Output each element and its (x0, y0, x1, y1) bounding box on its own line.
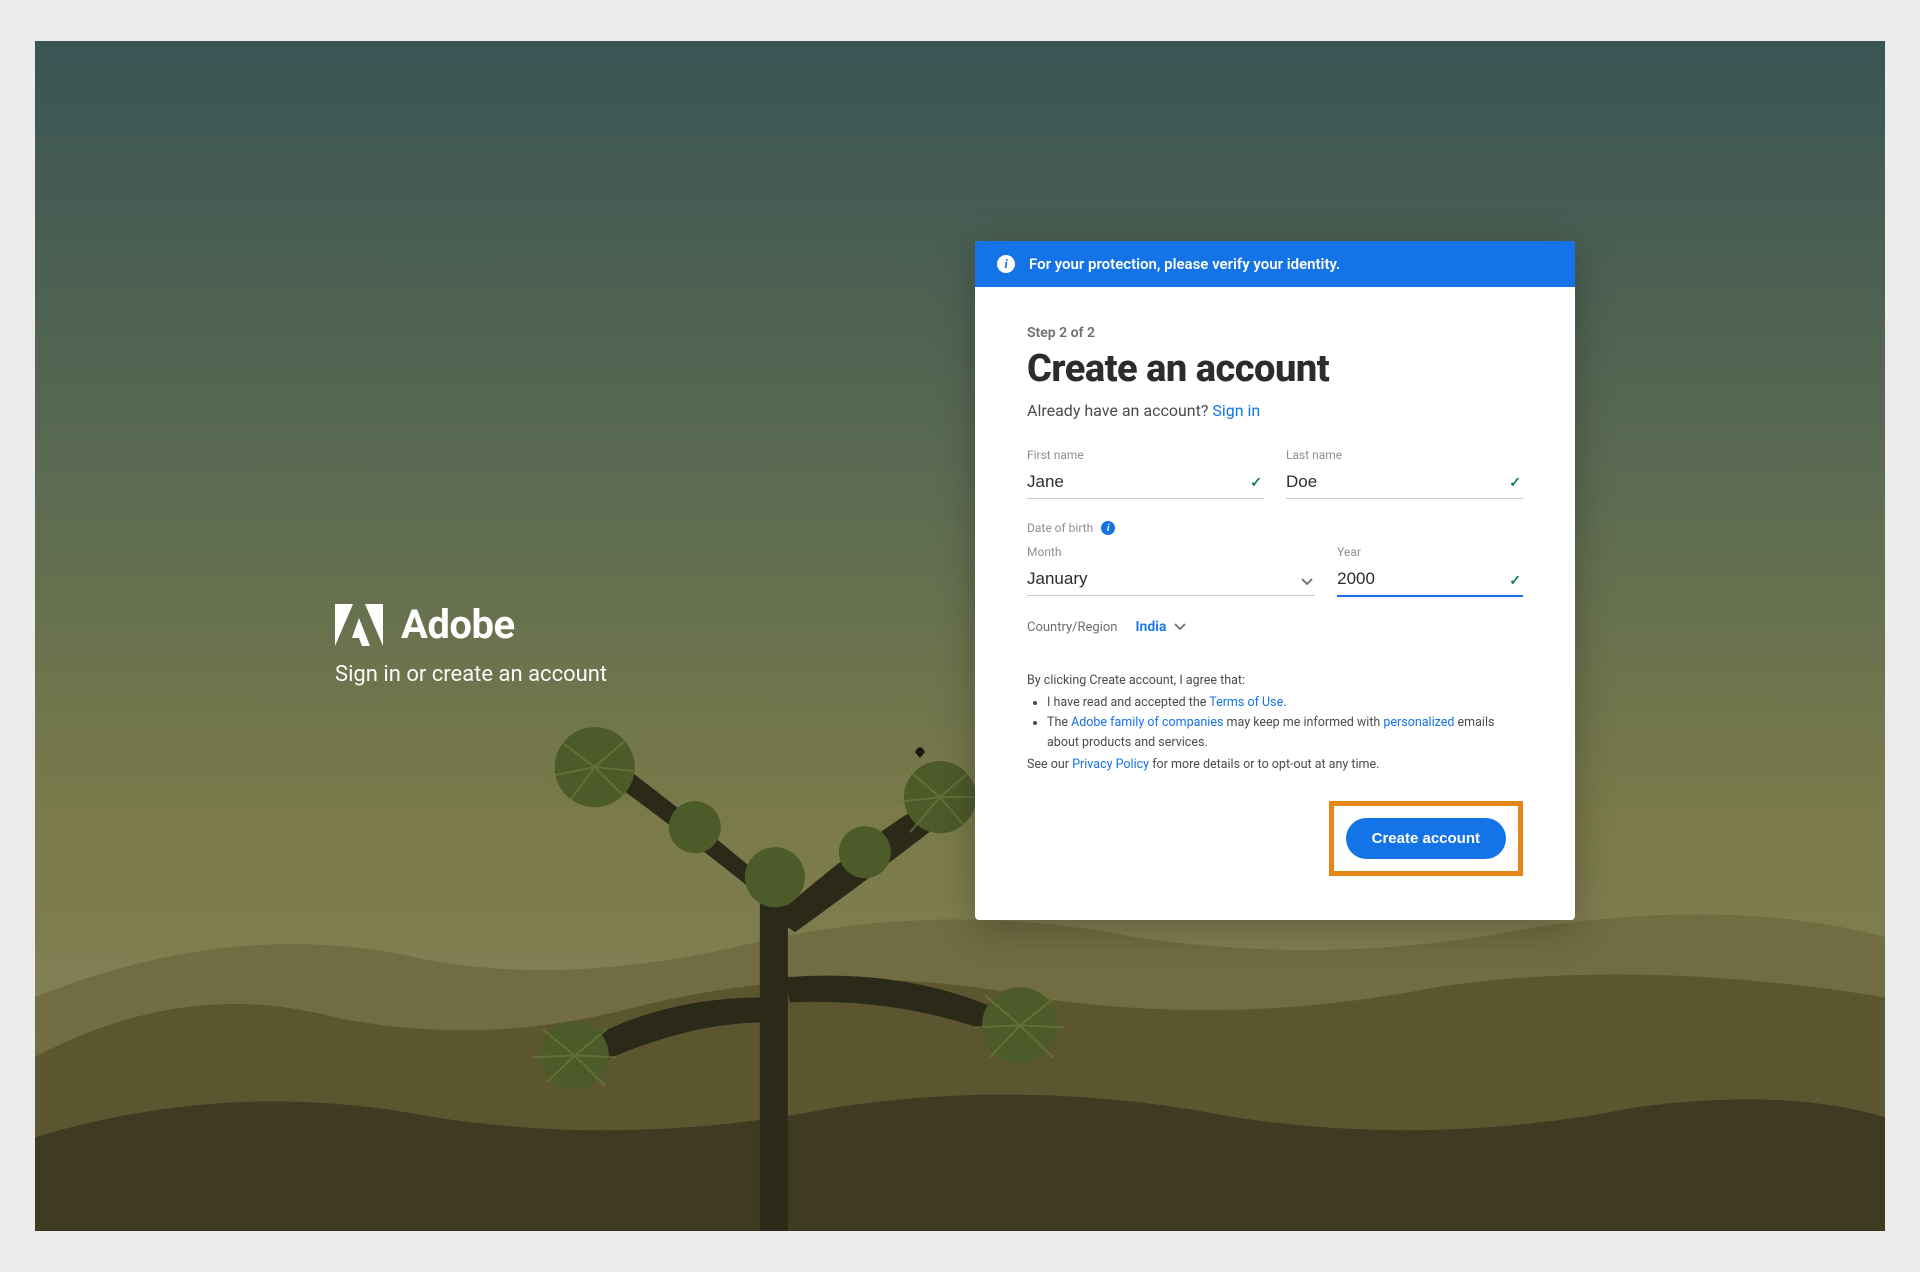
region-label: Country/Region (1027, 620, 1117, 635)
personalized-link[interactable]: personalized (1383, 715, 1454, 730)
first-name-label: First name (1027, 448, 1264, 462)
legal-fragment: may keep me informed with (1223, 715, 1383, 730)
legal-fragment: I have read and accepted the (1047, 695, 1209, 710)
month-field: Month (1027, 545, 1315, 597)
privacy-policy-link[interactable]: Privacy Policy (1072, 757, 1149, 772)
last-name-input[interactable] (1286, 466, 1523, 499)
brand-name: Adobe (401, 601, 515, 648)
check-icon: ✓ (1509, 475, 1521, 491)
year-field: Year ✓ (1337, 545, 1523, 597)
legal-fragment: See our (1027, 757, 1072, 772)
info-icon[interactable]: i (1101, 521, 1115, 535)
sign-in-link[interactable]: Sign in (1212, 401, 1260, 420)
region-value-text: India (1135, 619, 1166, 635)
tutorial-highlight: Create account (1329, 801, 1523, 876)
subtitle: Already have an account? Sign in (1027, 401, 1523, 420)
already-have-text: Already have an account? (1027, 401, 1212, 420)
banner-text: For your protection, please verify your … (1029, 255, 1340, 273)
region-select[interactable]: India (1135, 619, 1186, 635)
first-name-input[interactable] (1027, 466, 1264, 499)
dob-label-text: Date of birth (1027, 521, 1093, 535)
brand-tagline: Sign in or create an account (335, 662, 607, 687)
legal-text: By clicking Create account, I agree that… (1027, 671, 1523, 775)
chevron-down-icon (1174, 619, 1186, 635)
month-select[interactable] (1027, 563, 1315, 596)
background-scene: Adobe Sign in or create an account i For… (35, 41, 1885, 1231)
legal-intro: By clicking Create account, I agree that… (1027, 671, 1523, 691)
year-label: Year (1337, 545, 1523, 559)
dob-section-label: Date of birth i (1027, 521, 1523, 535)
signup-card: i For your protection, please verify you… (975, 241, 1575, 920)
legal-fragment: . (1283, 695, 1286, 710)
page-title: Create an account (1027, 347, 1523, 391)
terms-of-use-link[interactable]: Terms of Use (1209, 695, 1283, 710)
identity-banner: i For your protection, please verify you… (975, 241, 1575, 287)
year-input[interactable] (1337, 563, 1523, 597)
create-account-button[interactable]: Create account (1346, 818, 1506, 859)
legal-fragment: for more details or to opt-out at any ti… (1149, 757, 1379, 772)
month-label: Month (1027, 545, 1315, 559)
landscape-illustration (35, 577, 1885, 1232)
step-indicator: Step 2 of 2 (1027, 325, 1523, 341)
legal-fragment: The (1047, 715, 1071, 730)
check-icon: ✓ (1250, 475, 1262, 491)
last-name-field: Last name ✓ (1286, 448, 1523, 499)
last-name-label: Last name (1286, 448, 1523, 462)
check-icon: ✓ (1509, 573, 1521, 589)
adobe-logo-icon (335, 604, 383, 646)
first-name-field: First name ✓ (1027, 448, 1264, 499)
adobe-family-link[interactable]: Adobe family of companies (1071, 715, 1223, 730)
info-icon: i (997, 255, 1015, 273)
brand-block: Adobe Sign in or create an account (335, 601, 607, 687)
